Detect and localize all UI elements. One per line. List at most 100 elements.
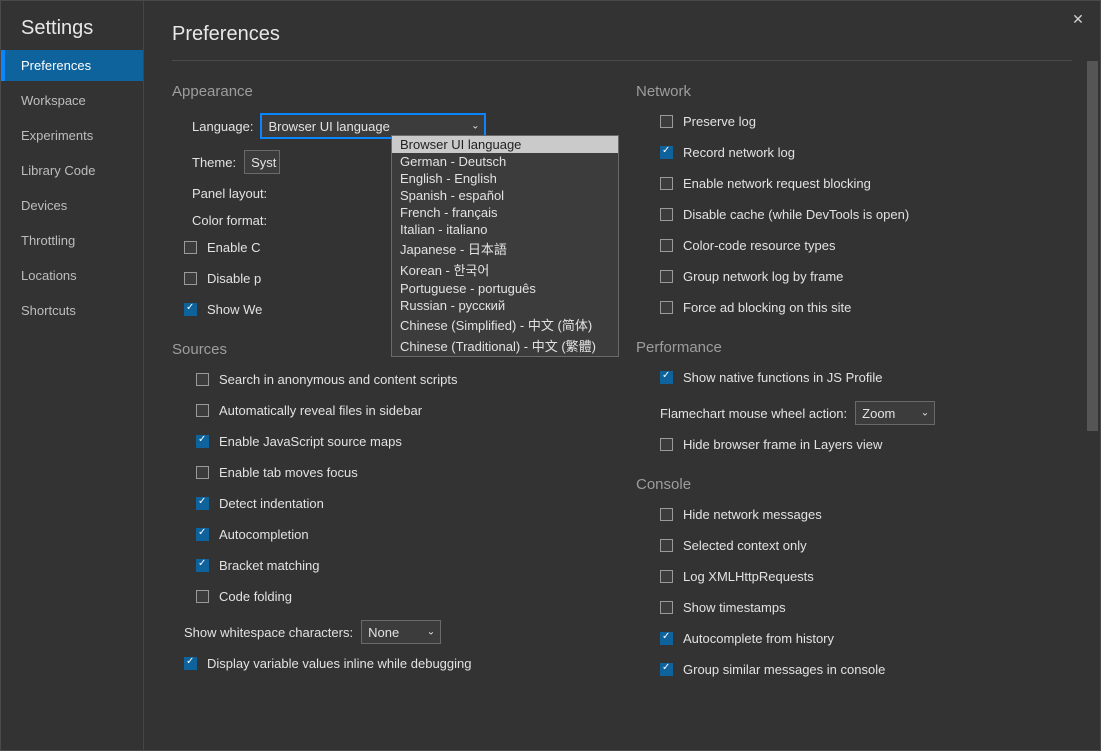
sidebar-item-workspace[interactable]: Workspace [1, 85, 143, 116]
sidebar-item-preferences[interactable]: Preferences [1, 50, 143, 81]
language-option[interactable]: French - français [392, 204, 618, 221]
flamechart-label: Flamechart mouse wheel action: [660, 406, 847, 421]
language-option[interactable]: Russian - русский [392, 297, 618, 314]
flamechart-select[interactable]: Zoom ⌄ [855, 401, 935, 425]
disable-p-checkbox[interactable] [184, 272, 197, 285]
network-item-checkbox[interactable] [660, 177, 673, 190]
console-item-label: Hide network messages [683, 507, 822, 522]
sources-item-label: Automatically reveal files in sidebar [219, 403, 422, 418]
show-native-label: Show native functions in JS Profile [683, 370, 882, 385]
network-item-label: Record network log [683, 145, 795, 160]
enable-c-checkbox[interactable] [184, 241, 197, 254]
show-whitespace-value: None [368, 625, 399, 640]
show-whitespace-select[interactable]: None ⌄ [361, 620, 441, 644]
sources-item-row: Enable tab moves focus [196, 465, 608, 480]
section-title-console: Console [636, 476, 1072, 493]
sources-item-checkbox[interactable] [196, 373, 209, 386]
sidebar-item-shortcuts[interactable]: Shortcuts [1, 295, 143, 326]
console-item-row: Group similar messages in console [660, 662, 1072, 677]
sidebar-item-library-code[interactable]: Library Code [1, 155, 143, 186]
show-we-label: Show We [207, 302, 262, 317]
sources-item-label: Enable tab moves focus [219, 465, 358, 480]
network-item-checkbox[interactable] [660, 208, 673, 221]
network-item-label: Disable cache (while DevTools is open) [683, 207, 909, 222]
show-we-checkbox[interactable] [184, 303, 197, 316]
sidebar-item-experiments[interactable]: Experiments [1, 120, 143, 151]
network-item-checkbox[interactable] [660, 301, 673, 314]
section-console: Console Hide network messages Selected co… [636, 476, 1072, 677]
color-format-label: Color format: [192, 213, 267, 228]
language-option[interactable]: English - English [392, 170, 618, 187]
chevron-down-icon: ⌄ [471, 121, 479, 132]
language-option[interactable]: Chinese (Traditional) - 中文 (繁體) [392, 335, 618, 356]
section-network: Network Preserve logRecord network logEn… [636, 83, 1072, 315]
show-native-checkbox[interactable] [660, 371, 673, 384]
console-item-label: Autocomplete from history [683, 631, 834, 646]
sidebar-item-locations[interactable]: Locations [1, 260, 143, 291]
sources-item-checkbox[interactable] [196, 466, 209, 479]
sources-item-row: Search in anonymous and content scripts [196, 372, 608, 387]
language-option[interactable]: German - Deutsch [392, 153, 618, 170]
console-item-label: Show timestamps [683, 600, 786, 615]
console-item-checkbox[interactable] [660, 632, 673, 645]
language-option[interactable]: Spanish - español [392, 187, 618, 204]
network-item-row: Preserve log [660, 114, 1072, 129]
console-item-checkbox[interactable] [660, 508, 673, 521]
sources-item-checkbox[interactable] [196, 528, 209, 541]
language-option[interactable]: Chinese (Simplified) - 中文 (简体) [392, 314, 618, 335]
sidebar-item-devices[interactable]: Devices [1, 190, 143, 221]
console-item-row: Autocomplete from history [660, 631, 1072, 646]
network-item-row: Group network log by frame [660, 269, 1072, 284]
sources-item-row: Enable JavaScript source maps [196, 434, 608, 449]
preferences-panel: ✕ Preferences Appearance Language: Brows… [143, 1, 1100, 750]
sources-item-row: Detect indentation [196, 496, 608, 511]
sources-item-checkbox[interactable] [196, 497, 209, 510]
network-item-checkbox[interactable] [660, 270, 673, 283]
console-item-row: Selected context only [660, 538, 1072, 553]
settings-sidebar: Settings PreferencesWorkspaceExperiments… [1, 1, 143, 750]
console-item-label: Log XMLHttpRequests [683, 569, 814, 584]
console-item-row: Log XMLHttpRequests [660, 569, 1072, 584]
network-item-checkbox[interactable] [660, 146, 673, 159]
console-item-checkbox[interactable] [660, 539, 673, 552]
chevron-down-icon: ⌄ [427, 627, 435, 638]
sidebar-item-throttling[interactable]: Throttling [1, 225, 143, 256]
display-inline-checkbox[interactable] [184, 657, 197, 670]
theme-select-value: Syst [251, 155, 276, 170]
show-whitespace-label: Show whitespace characters: [184, 625, 353, 640]
network-item-checkbox[interactable] [660, 239, 673, 252]
console-item-checkbox[interactable] [660, 570, 673, 583]
flamechart-value: Zoom [862, 406, 895, 421]
sources-item-checkbox[interactable] [196, 435, 209, 448]
hide-browser-frame-label: Hide browser frame in Layers view [683, 437, 882, 452]
language-option[interactable]: Korean - 한국어 [392, 259, 618, 280]
sources-item-checkbox[interactable] [196, 590, 209, 603]
scrollbar-thumb[interactable] [1087, 61, 1098, 431]
console-item-checkbox[interactable] [660, 601, 673, 614]
display-inline-label: Display variable values inline while deb… [207, 656, 472, 671]
sources-item-checkbox[interactable] [196, 559, 209, 572]
network-item-label: Preserve log [683, 114, 756, 129]
sources-item-label: Bracket matching [219, 558, 319, 573]
language-option[interactable]: Japanese - 日本語 [392, 238, 618, 259]
section-sources: Sources Search in anonymous and content … [172, 341, 608, 671]
console-item-checkbox[interactable] [660, 663, 673, 676]
language-option[interactable]: Browser UI language [392, 136, 618, 153]
network-item-checkbox[interactable] [660, 115, 673, 128]
sources-item-checkbox[interactable] [196, 404, 209, 417]
sources-item-label: Code folding [219, 589, 292, 604]
close-button[interactable]: ✕ [1066, 7, 1090, 31]
section-performance: Performance Show native functions in JS … [636, 339, 1072, 452]
panel-layout-label: Panel layout: [192, 186, 267, 201]
sources-item-label: Autocompletion [219, 527, 309, 542]
sources-item-label: Enable JavaScript source maps [219, 434, 402, 449]
theme-select[interactable]: Syst [244, 150, 280, 174]
network-item-label: Force ad blocking on this site [683, 300, 851, 315]
console-item-row: Show timestamps [660, 600, 1072, 615]
language-option[interactable]: Portuguese - português [392, 280, 618, 297]
language-dropdown[interactable]: Browser UI languageGerman - DeutschEngli… [391, 135, 619, 357]
network-item-label: Group network log by frame [683, 269, 843, 284]
language-option[interactable]: Italian - italiano [392, 221, 618, 238]
scrollbar[interactable] [1087, 61, 1098, 741]
hide-browser-frame-checkbox[interactable] [660, 438, 673, 451]
